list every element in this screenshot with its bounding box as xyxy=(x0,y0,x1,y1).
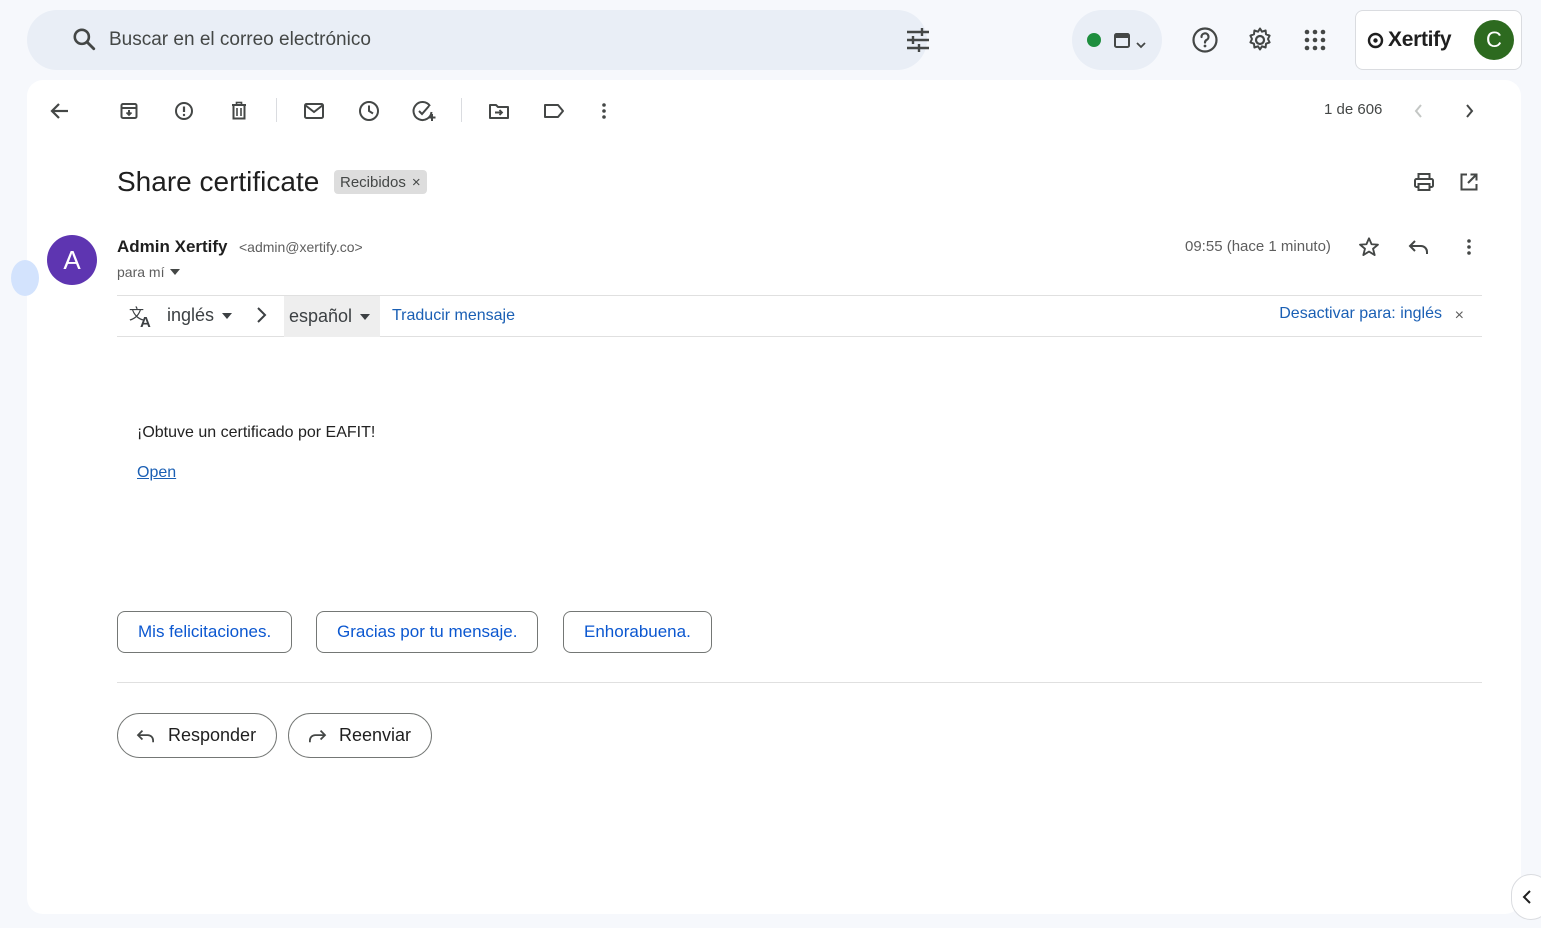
report-spam-icon[interactable] xyxy=(164,91,204,131)
forward-arrow-icon xyxy=(309,729,327,742)
search-input[interactable] xyxy=(109,27,869,53)
sender-name[interactable]: Admin Xertify xyxy=(117,237,228,257)
message-body-text: ¡Obtuve un certificado por EAFIT! xyxy=(137,424,376,441)
more-options-icon[interactable] xyxy=(584,91,624,131)
star-icon[interactable] xyxy=(1349,227,1389,267)
label-tag-icon[interactable] xyxy=(534,91,574,131)
chevron-down-icon xyxy=(1135,36,1147,54)
toolbar-divider xyxy=(461,98,462,122)
search-bar[interactable] xyxy=(27,10,929,70)
recipient-details[interactable]: para mí xyxy=(117,264,181,280)
sender-avatar[interactable]: A xyxy=(47,235,97,285)
translate-icon: 文A xyxy=(129,304,155,333)
caret-down-icon xyxy=(222,312,233,319)
add-task-icon[interactable] xyxy=(404,91,444,131)
newer-chevron-right-icon[interactable] xyxy=(1449,91,1489,131)
source-language-dropdown[interactable]: inglés xyxy=(167,305,233,326)
sender-email: <admin@xertify.co> xyxy=(239,239,363,255)
open-new-window-icon[interactable] xyxy=(1449,162,1489,202)
translate-message-link[interactable]: Traducir mensaje xyxy=(392,307,515,325)
move-to-folder-icon[interactable] xyxy=(479,91,519,131)
mark-unread-mail-icon[interactable] xyxy=(294,91,334,131)
reply-label: Responder xyxy=(168,725,257,745)
message-divider xyxy=(117,682,1482,683)
toolbar-divider xyxy=(276,98,277,122)
remove-label-close-icon[interactable]: × xyxy=(412,174,421,191)
apps-grid-icon[interactable] xyxy=(1295,20,1335,60)
smart-reply-button[interactable]: Mis felicitaciones. xyxy=(117,611,293,653)
back-arrow-icon[interactable] xyxy=(40,91,80,131)
brand-name: Xertify xyxy=(1388,28,1452,51)
target-language-label: español xyxy=(289,306,353,326)
message-more-options-icon[interactable] xyxy=(1449,227,1489,267)
status-selector[interactable] xyxy=(1072,10,1162,70)
calendar-icon xyxy=(1113,31,1131,54)
recipient-text: para mí xyxy=(117,264,165,280)
smart-reply-button[interactable]: Gracias por tu mensaje. xyxy=(316,611,539,653)
reply-arrow-icon xyxy=(136,729,154,742)
side-panel-toggle[interactable] xyxy=(1511,874,1541,920)
archive-icon[interactable] xyxy=(109,91,149,131)
sidebar-edge xyxy=(11,260,39,296)
snooze-clock-icon[interactable] xyxy=(349,91,389,131)
label-chip[interactable]: Recibidos × xyxy=(334,170,427,194)
delete-trash-icon[interactable] xyxy=(219,91,259,131)
target-language-dropdown[interactable]: español xyxy=(284,296,380,337)
email-subject: Share certificate xyxy=(117,166,320,197)
disable-translation-link[interactable]: Desactivar para: inglés xyxy=(1279,305,1442,323)
chevron-right-icon xyxy=(255,306,267,329)
settings-gear-icon[interactable] xyxy=(1240,20,1280,60)
older-chevron-left-icon[interactable] xyxy=(1399,91,1439,131)
label-text: Recibidos xyxy=(340,173,406,191)
open-certificate-link[interactable]: Open xyxy=(137,464,176,482)
forward-button[interactable]: Reenviar xyxy=(288,713,433,758)
help-icon[interactable] xyxy=(1185,20,1225,60)
xertify-logo: Xertify xyxy=(1367,28,1452,52)
account-switcher[interactable]: Xertify C xyxy=(1355,10,1522,70)
print-icon[interactable] xyxy=(1404,162,1444,202)
smart-reply-button[interactable]: Enhorabuena. xyxy=(563,611,712,653)
close-translation-icon[interactable]: × xyxy=(1455,307,1464,325)
source-language-label: inglés xyxy=(167,305,215,325)
status-dot xyxy=(1087,33,1101,47)
avatar[interactable]: C xyxy=(1474,20,1514,60)
pagination-count: 1 de 606 xyxy=(1324,101,1383,118)
translation-bar: 文A inglés español Traducir mensaje Desac… xyxy=(117,295,1482,337)
message-panel: 1 de 606 Share certificate Recibidos × A… xyxy=(11,80,1521,914)
caret-down-icon xyxy=(360,313,371,320)
xertify-logo-icon xyxy=(1367,32,1384,48)
chevron-left-icon xyxy=(1522,890,1531,904)
forward-label: Reenviar xyxy=(339,725,412,745)
caret-down-icon xyxy=(170,269,181,275)
svg-text:A: A xyxy=(140,314,151,328)
received-time: 09:55 (hace 1 minuto) xyxy=(1185,238,1331,255)
reply-button[interactable]: Responder xyxy=(117,713,278,758)
reply-arrow-icon[interactable] xyxy=(1399,227,1439,267)
